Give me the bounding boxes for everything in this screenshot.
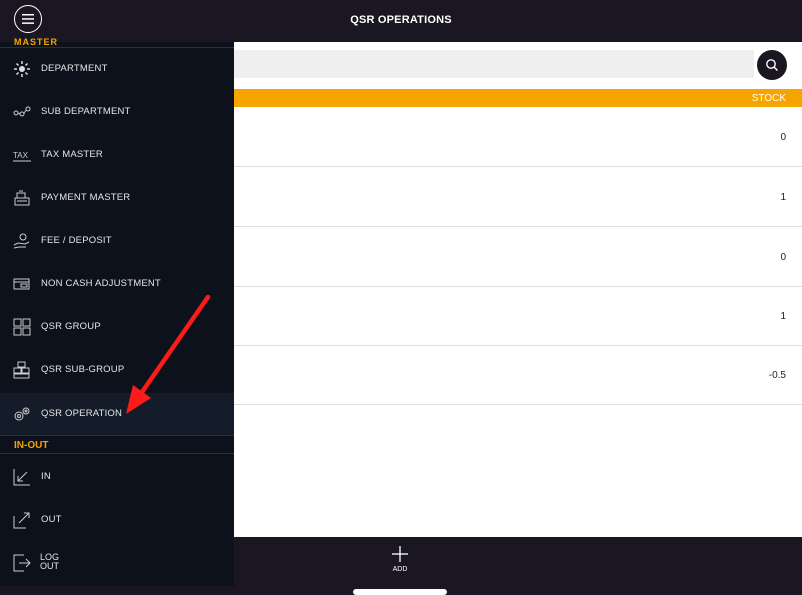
sidebar-item-label: PAYMENT MASTER — [41, 192, 131, 203]
table-header: STOCK — [234, 89, 802, 107]
tax-icon: TAX — [13, 151, 31, 162]
table-row[interactable]: 0 — [234, 227, 802, 287]
sidebar-item-fee-deposit[interactable]: FEE / DEPOSIT — [0, 220, 234, 262]
grid-icon — [13, 318, 31, 336]
sidebar-item-qsr-operation[interactable]: QSR OPERATION — [0, 393, 234, 435]
stock-value: -0.5 — [768, 370, 786, 381]
sidebar-item-label: NON CASH ADJUSTMENT — [41, 278, 161, 289]
nodes-icon — [13, 106, 31, 117]
sidebar-item-out[interactable]: OUT — [0, 499, 234, 541]
sidebar: MASTER DEPARTMENT SUB DEPARTMENT TAX TAX… — [0, 37, 234, 586]
sidebar-item-label: TAX MASTER — [41, 149, 103, 160]
stock-value: 0 — [780, 252, 786, 263]
sidebar-item-label: QSR GROUP — [41, 321, 101, 332]
home-indicator — [353, 589, 447, 595]
sidebar-item-qsr-sub-group[interactable]: QSR SUB-GROUP — [0, 349, 234, 391]
arrow-in-icon — [13, 469, 30, 486]
svg-text:TAX: TAX — [13, 151, 29, 160]
section-label-in-out: IN-OUT — [14, 440, 49, 451]
table-row[interactable]: 1 — [234, 167, 802, 227]
sidebar-item-label: QSR SUB-GROUP — [41, 364, 125, 375]
logout-label-line2: OUT — [40, 561, 59, 571]
sidebar-item-label: FEE / DEPOSIT — [41, 235, 112, 246]
top-bar: QSR OPERATIONS — [0, 0, 802, 42]
search-button[interactable] — [757, 50, 787, 80]
logout-button[interactable]: LOG OUT — [0, 542, 234, 584]
bottom-bar: ADD — [234, 537, 802, 586]
stock-value: 1 — [780, 311, 786, 322]
main-content: STOCK 0 1 0 1 -0.5 — [234, 42, 802, 537]
sidebar-item-non-cash-adjustment[interactable]: NON CASH ADJUSTMENT — [0, 263, 234, 305]
sidebar-item-department[interactable]: DEPARTMENT — [0, 48, 234, 90]
sidebar-item-payment-master[interactable]: PAYMENT MASTER — [0, 177, 234, 219]
stock-column-header: STOCK — [751, 93, 786, 104]
stock-value: 1 — [780, 192, 786, 203]
card-icon — [13, 278, 30, 290]
sidebar-item-label: DEPARTMENT — [41, 63, 108, 74]
table-row[interactable]: -0.5 — [234, 345, 802, 405]
page-title: QSR OPERATIONS — [350, 14, 452, 26]
add-label: ADD — [392, 566, 408, 573]
search-input[interactable] — [234, 50, 754, 78]
sidebar-item-label: IN — [41, 471, 51, 482]
gears-icon — [14, 407, 30, 421]
cash-register-icon — [14, 190, 30, 206]
sidebar-item-label: QSR OPERATION — [41, 408, 123, 419]
arrow-out-icon — [13, 512, 30, 529]
divider — [0, 435, 234, 436]
table-row[interactable]: 0 — [234, 107, 802, 167]
sidebar-item-label: SUB DEPARTMENT — [41, 106, 131, 117]
section-label-master: MASTER — [14, 37, 58, 47]
sidebar-item-qsr-group[interactable]: QSR GROUP — [0, 306, 234, 348]
plus-icon — [392, 546, 408, 562]
sidebar-item-tax-master[interactable]: TAX TAX MASTER — [0, 134, 234, 176]
sidebar-item-in[interactable]: IN — [0, 456, 234, 498]
department-icon — [14, 61, 30, 77]
sidebar-item-label: OUT — [41, 514, 62, 525]
add-button[interactable]: ADD — [384, 545, 416, 579]
hand-coin-icon — [13, 233, 30, 249]
stock-value: 0 — [780, 132, 786, 143]
search-icon — [766, 59, 778, 71]
logout-icon — [13, 554, 31, 572]
divider — [0, 453, 234, 454]
table-row[interactable]: 1 — [234, 286, 802, 346]
sidebar-item-sub-department[interactable]: SUB DEPARTMENT — [0, 91, 234, 133]
stacked-boxes-icon — [13, 361, 30, 379]
